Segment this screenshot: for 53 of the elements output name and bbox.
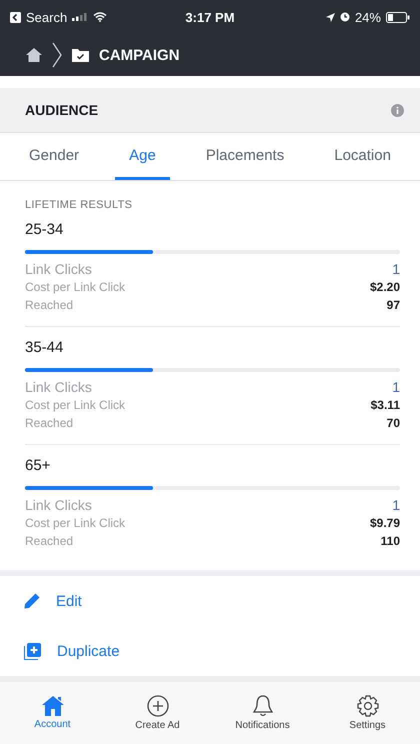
metric-value: $3.11 xyxy=(370,397,400,414)
back-icon[interactable] xyxy=(10,12,21,22)
tab[interactable]: Placements xyxy=(192,133,298,180)
metric-label: Reached xyxy=(25,533,74,550)
battery-icon xyxy=(386,12,410,22)
tab-bar-item[interactable]: Account xyxy=(8,696,98,730)
back-label[interactable]: Search xyxy=(26,10,68,24)
nav-title: CAMPAIGN xyxy=(99,46,180,64)
wifi-icon xyxy=(93,12,108,22)
tab-bar-item[interactable]: Settings xyxy=(322,695,412,731)
tab[interactable]: Location xyxy=(320,133,405,180)
bell-icon xyxy=(252,695,274,717)
metric-value: $2.20 xyxy=(370,279,400,296)
metric-value: 70 xyxy=(386,415,400,432)
metric-value: 1 xyxy=(392,496,400,514)
metric-label: Link Clicks xyxy=(25,378,92,396)
metric-label: Cost per Link Click xyxy=(25,279,126,296)
tab-bar-item[interactable]: Notifications xyxy=(218,695,308,731)
folder-icon xyxy=(72,48,89,62)
signal-icon xyxy=(72,13,88,21)
home-icon xyxy=(42,696,64,716)
age-range: 35-44 xyxy=(25,339,64,356)
tab-bar-item[interactable]: Create Ad xyxy=(112,695,202,731)
metric-label: Link Clicks xyxy=(25,496,92,514)
metric-value: 1 xyxy=(392,260,400,278)
location-icon xyxy=(326,12,335,22)
results-label: LIFETIME RESULTS xyxy=(25,199,134,211)
clock: 3:17 PM xyxy=(185,10,235,24)
metric-value: 110 xyxy=(380,533,400,550)
metric-label: Cost per Link Click xyxy=(25,397,126,414)
chevron-right-icon xyxy=(52,42,62,68)
action-link[interactable]: Edit xyxy=(56,592,82,610)
alarm-icon xyxy=(340,12,350,22)
metric-label: Cost per Link Click xyxy=(25,515,126,532)
battery-percent: 24% xyxy=(354,10,381,24)
age-range: 25-34 xyxy=(25,221,64,238)
action-link[interactable]: Duplicate xyxy=(57,642,120,660)
metric-label: Link Clicks xyxy=(25,260,92,278)
info-icon[interactable] xyxy=(391,104,404,116)
metric-value: 97 xyxy=(386,297,400,314)
metric-value: $9.79 xyxy=(370,515,400,532)
pencil-icon xyxy=(24,593,40,609)
metric-label: Reached xyxy=(25,297,74,314)
metric-label: Reached xyxy=(25,415,74,432)
add-circle-icon xyxy=(146,695,168,717)
tab[interactable]: Age xyxy=(115,133,170,180)
metric-value: 1 xyxy=(392,378,400,396)
section-title: AUDIENCE xyxy=(25,102,98,118)
home-icon[interactable] xyxy=(26,48,42,62)
duplicate-icon xyxy=(24,642,41,660)
age-range: 65+ xyxy=(25,457,52,474)
tab[interactable]: Gender xyxy=(15,133,94,180)
settings-icon xyxy=(356,695,378,717)
